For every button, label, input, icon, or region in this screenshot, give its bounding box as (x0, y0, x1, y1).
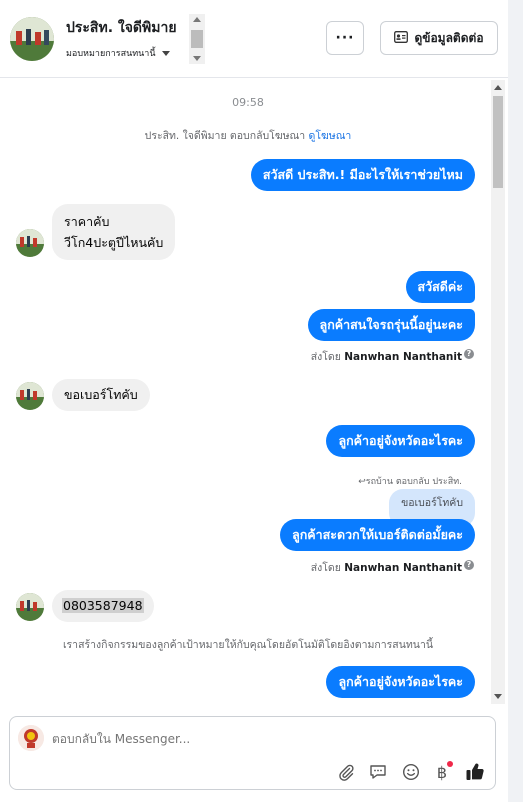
sent-by-label: ส่งโดย (310, 562, 341, 574)
contact-card-icon (394, 30, 409, 46)
help-icon[interactable]: ? (464, 560, 474, 570)
thread-scrollbar[interactable] (491, 80, 505, 704)
sent-by-line: ส่งโดย Nanwhan Nanthanit (311, 348, 462, 365)
sender-name: Nanwhan Nanthanit (344, 351, 462, 363)
header-scrollbar[interactable] (189, 14, 205, 64)
contact-avatar[interactable] (10, 17, 54, 61)
contact-info-label: ดูข้อมูลติดต่อ (414, 30, 484, 45)
system-notice: เราสร้างกิจกรรมของลูกค้าเป้าหมายให้กับคุ… (62, 639, 434, 651)
sender-avatar[interactable] (16, 229, 44, 257)
assign-conversation-dropdown[interactable]: มอบหมายการสนทนานี้ (66, 46, 170, 60)
reply-input[interactable] (52, 732, 352, 746)
sent-by-line: ส่งโดย Nanwhan Nanthanit (311, 559, 462, 576)
view-contact-info-button[interactable]: ดูข้อมูลติดต่อ (380, 21, 498, 55)
message-thread[interactable]: 09:58 ประสิท. ใจดีพิมาย ตอบกลับโฆษณา ดูโ… (0, 79, 508, 707)
message-timestamp: 09:58 (232, 96, 264, 109)
baht-icon[interactable]: ฿ (431, 761, 453, 783)
attachment-icon[interactable] (335, 761, 357, 783)
sender-name: Nanwhan Nanthanit (344, 562, 462, 574)
outgoing-message[interactable]: สวัสดีค่ะ (405, 271, 475, 303)
scroll-thumb[interactable] (493, 96, 503, 188)
scroll-up-arrow[interactable] (494, 85, 502, 90)
outgoing-message[interactable]: สวัสดี ประสิท.! มีอะไรให้เราช่วยไหม (250, 159, 475, 191)
page-avatar (18, 725, 44, 751)
reply-meta: ↩รถบ้าน ตอบกลับ ประสิท. (358, 474, 462, 488)
ad-reply-notice: ประสิท. ใจดีพิมาย ตอบกลับโฆษณา ดูโฆษณา (0, 127, 496, 144)
sent-by-label: ส่งโดย (310, 351, 341, 363)
message-composer[interactable]: ฿ (9, 716, 496, 790)
window-edge (508, 0, 523, 802)
chevron-down-icon (161, 50, 170, 56)
ad-reply-text: ประสิท. ใจดีพิมาย ตอบกลับโฆษณา (144, 130, 306, 142)
outgoing-message[interactable]: ลูกค้าอยู่จังหวัดอะไรคะ (326, 666, 475, 698)
assign-label: มอบหมายการสนทนานี้ (66, 49, 156, 59)
contact-name: ประสิท. ใจดีพิมาย (66, 20, 177, 36)
outgoing-message[interactable]: ลูกค้าสนใจรถรุ่นนี้อยู่นะคะ (307, 309, 475, 341)
sender-avatar[interactable] (16, 382, 44, 410)
help-icon[interactable]: ? (464, 349, 474, 359)
incoming-message[interactable]: ขอเบอร์โทคับ (52, 379, 150, 411)
reply-meta-text: รถบ้าน ตอบกลับ ประสิท. (365, 477, 462, 487)
reply-arrow-icon: ↩ (358, 477, 366, 487)
conversation-header: ประสิท. ใจดีพิมาย มอบหมายการสนทนานี้ ···… (0, 0, 508, 78)
sender-avatar[interactable] (16, 593, 44, 621)
scroll-down-arrow[interactable] (494, 694, 502, 699)
scroll-up-arrow[interactable] (193, 17, 201, 22)
thumbs-up-icon[interactable] (464, 761, 486, 783)
emoji-icon[interactable] (400, 761, 422, 783)
more-options-button[interactable]: ··· (326, 21, 364, 55)
outgoing-message[interactable]: ลูกค้าอยู่จังหวัดอะไรคะ (326, 425, 475, 457)
incoming-message[interactable]: ราคาคับ วีโก4ปะตูปีไหนคับ (52, 204, 176, 260)
incoming-message-line: ราคาคับ (64, 214, 110, 229)
scroll-thumb[interactable] (191, 30, 203, 48)
notification-dot (447, 761, 453, 767)
view-ad-link[interactable]: ดูโฆษณา (309, 130, 352, 142)
chat-bubble-icon[interactable] (367, 761, 389, 783)
incoming-message[interactable]: 0803587948 (52, 590, 154, 622)
phone-number[interactable]: 0803587948 (62, 598, 144, 613)
outgoing-message[interactable]: ลูกค้าสะดวกให้เบอร์ติดต่อมั้ยคะ (280, 519, 475, 551)
scroll-down-arrow[interactable] (193, 56, 201, 61)
incoming-message-line: วีโก4ปะตูปีไหนคับ (64, 235, 164, 250)
